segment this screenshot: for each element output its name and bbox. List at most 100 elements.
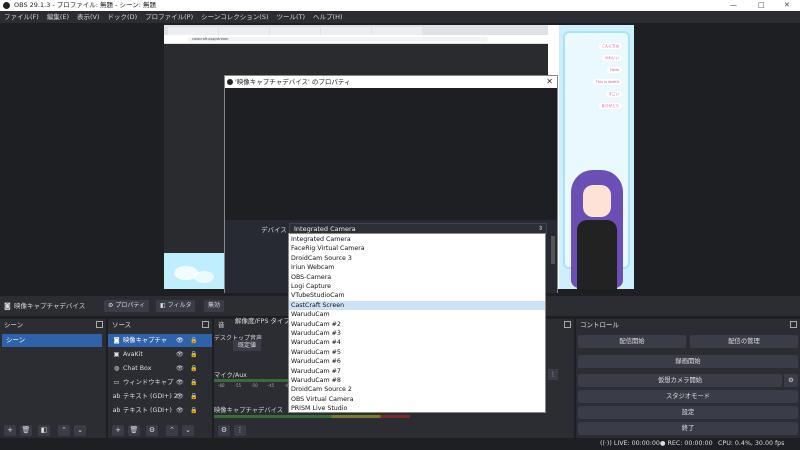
dropdown-option[interactable]: WaruduCam #2 <box>289 320 545 329</box>
properties-button[interactable]: ⚙ プロパティ <box>104 300 149 312</box>
lock-icon[interactable]: 🔒 <box>190 404 197 417</box>
status-bar: ((·)) LIVE: 00:00:00 ● REC: 00:00:00 CPU… <box>0 438 800 450</box>
menu-file[interactable]: ファイル(F) <box>4 11 39 23</box>
properties-label: プロパティ <box>115 302 145 309</box>
dropdown-option[interactable]: DroidCam Source 2 <box>289 385 545 394</box>
scenes-title: シーン <box>4 321 24 329</box>
lock-icon[interactable]: 🔒 <box>190 348 197 361</box>
scene-filters-button[interactable]: ◧ <box>38 425 50 436</box>
defaults-button[interactable]: 既定値 <box>233 340 261 351</box>
cpu-fps: CPU: 0.4%, 30.00 fps <box>718 440 785 447</box>
dropdown-option[interactable]: WaruduCam #7 <box>289 367 545 376</box>
dialog-close-button[interactable]: ✕ <box>546 76 553 88</box>
db-tick: -60 <box>218 383 225 388</box>
add-scene-button[interactable]: + <box>4 425 16 436</box>
dropdown-option[interactable]: OBS Virtual Camera <box>289 395 545 404</box>
remove-scene-button[interactable]: 🗑 <box>20 425 32 436</box>
move-down-button[interactable]: ⌄ <box>74 425 86 436</box>
source-row[interactable]: ▭ ウィンドウキャプ 👁 🔒 <box>108 376 212 389</box>
controls-dock: コントロール 配信開始 配信の管理 録画開始 仮想カメラ開始 ⚙ スタジオモード… <box>576 319 800 438</box>
source-properties-button[interactable]: ⚙ <box>146 425 158 436</box>
dropdown-option[interactable]: WaruduCam #6 <box>289 357 545 366</box>
menu-scene-collection[interactable]: シーンコレクション(S) <box>201 11 268 23</box>
dialog-titlebar: '映像キャプチャデバイス' のプロパティ ✕ <box>225 76 557 88</box>
dropdown-option[interactable]: Iriun Webcam <box>289 263 545 272</box>
dropdown-option[interactable]: FaceRig Virtual Camera <box>289 244 545 253</box>
move-up-button[interactable]: ⌃ <box>166 425 178 436</box>
globe-icon: ◍ <box>113 365 120 372</box>
browser-url: castcraft.app/stream <box>188 37 488 42</box>
dropdown-option[interactable]: PRISM Live Studio <box>289 404 545 413</box>
source-row[interactable]: ▣ AvaKit 👁 🔒 <box>108 348 212 361</box>
scene-list-item[interactable]: シーン <box>2 334 102 347</box>
browser-address-bar: castcraft.app/stream <box>164 35 548 44</box>
visibility-icon[interactable]: 👁 <box>176 334 184 347</box>
source-row[interactable]: ab テキスト (GDI+) 👁 🔒 <box>108 404 212 417</box>
undock-icon[interactable] <box>96 321 103 328</box>
manage-broadcast-button[interactable]: 配信の管理 <box>690 335 798 348</box>
dropdown-option[interactable]: WaruduCam #4 <box>289 338 545 347</box>
exit-button[interactable]: 終了 <box>578 422 798 435</box>
mixer-settings-button[interactable]: ⚙ <box>218 425 230 436</box>
visibility-icon[interactable]: 👁 <box>176 348 184 361</box>
menu-view[interactable]: 表示(V) <box>77 11 100 23</box>
dropdown-option[interactable]: WaruduCam #3 <box>289 329 545 338</box>
menu-profile[interactable]: プロファイル(P) <box>145 11 193 23</box>
lock-icon[interactable]: 🔒 <box>190 362 197 375</box>
window-titlebar: OBS 29.1.3 - プロファイル: 無題 - シーン: 無題 — □ ✕ <box>0 0 800 11</box>
close-window-button[interactable]: ✕ <box>784 0 790 11</box>
dialog-scrollbar[interactable] <box>551 236 555 264</box>
visibility-icon[interactable]: 👁 <box>176 376 184 389</box>
dropdown-option[interactable]: WaruduCam <box>289 310 545 319</box>
mixer-menu-button[interactable]: ⋮ <box>234 425 246 436</box>
sources-header: ソース <box>108 319 212 331</box>
source-row[interactable]: ◍ Chat Box 👁 🔒 <box>108 362 212 375</box>
selected-source-name: 映像キャプチャデバイス <box>14 302 86 310</box>
capture-level-meter <box>214 415 410 418</box>
menu-help[interactable]: ヘルプ(H) <box>313 11 342 23</box>
dropdown-option[interactable]: VTubeStudioCam <box>289 291 545 300</box>
undock-icon[interactable] <box>564 321 571 328</box>
mic-menu-button[interactable]: ⋮ <box>548 369 558 380</box>
start-streaming-button[interactable]: 配信開始 <box>578 335 686 348</box>
undock-icon[interactable] <box>202 321 209 328</box>
dropdown-option[interactable]: Logi Capture <box>289 282 545 291</box>
device-label: デバイス <box>261 226 287 234</box>
source-row[interactable]: ◙ 映像キャプチャ 👁 🔒 <box>108 334 212 347</box>
deactivate-button[interactable]: 無効 <box>204 300 225 312</box>
lock-icon[interactable]: 🔒 <box>190 334 197 347</box>
chat-message: かわいい <box>602 55 622 61</box>
dropdown-option[interactable]: Integrated Camera <box>289 235 545 244</box>
remove-source-button[interactable]: 🗑 <box>128 425 140 436</box>
lock-icon[interactable]: 🔒 <box>190 376 197 389</box>
source-label: テキスト (GDI+) 2 <box>123 393 178 400</box>
move-down-button[interactable]: ⌄ <box>182 425 194 436</box>
undock-icon[interactable] <box>790 321 797 328</box>
dropdown-option[interactable]: DroidCam Source 3 <box>289 254 545 263</box>
dropdown-option-selected[interactable]: CastCraft Screen <box>289 300 545 311</box>
lock-icon[interactable]: 🔒 <box>190 390 197 403</box>
virtual-camera-settings-button[interactable]: ⚙ <box>784 374 798 387</box>
start-virtual-camera-button[interactable]: 仮想カメラ開始 <box>578 374 782 387</box>
filters-button[interactable]: ◧ フィルタ <box>156 300 196 312</box>
visibility-icon[interactable]: 👁 <box>176 390 184 403</box>
source-row[interactable]: ab テキスト (GDI+) 2 👁 🔒 <box>108 390 212 403</box>
gear-icon: ⚙ <box>788 377 794 384</box>
video-capture-audio-label: 映像キャプチャデバイス <box>214 407 284 414</box>
move-up-button[interactable]: ⌃ <box>58 425 70 436</box>
studio-mode-button[interactable]: スタジオモード <box>578 390 798 403</box>
minimize-button[interactable]: — <box>730 0 737 11</box>
menu-docks[interactable]: ドック(D) <box>108 11 138 23</box>
sources-footer: + 🗑 ⚙ ⌃ ⌄ <box>108 423 212 438</box>
start-recording-button[interactable]: 録画開始 <box>578 355 798 368</box>
add-source-button[interactable]: + <box>112 425 124 436</box>
dropdown-option[interactable]: WaruduCam #5 <box>289 348 545 357</box>
settings-button[interactable]: 設定 <box>578 406 798 419</box>
visibility-icon[interactable]: 👁 <box>176 404 184 417</box>
dropdown-option[interactable]: WaruduCam #8 <box>289 376 545 385</box>
dropdown-option[interactable]: OBS-Camera <box>289 273 545 282</box>
maximize-button[interactable]: □ <box>758 0 765 11</box>
menu-edit[interactable]: 編集(E) <box>47 11 69 23</box>
menu-tools[interactable]: ツール(T) <box>276 11 305 23</box>
visibility-icon[interactable]: 👁 <box>176 362 184 375</box>
